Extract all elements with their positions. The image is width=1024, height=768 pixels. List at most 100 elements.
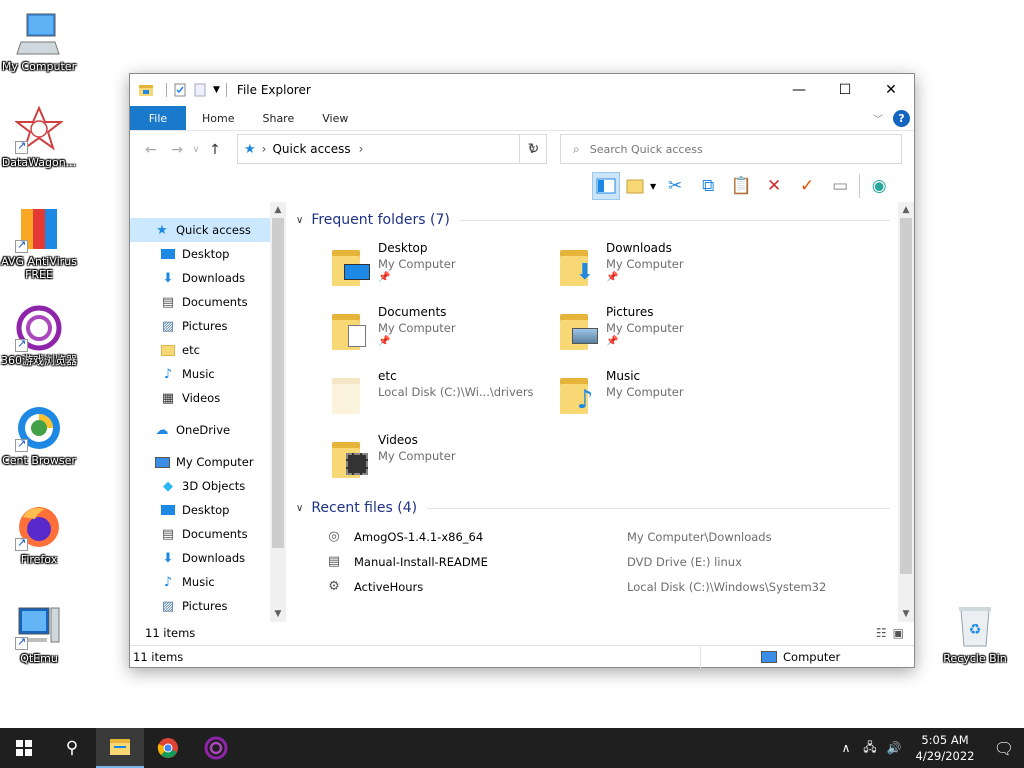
- taskbar-file-explorer[interactable]: [96, 728, 144, 768]
- desktop-icon-datawagon[interactable]: DataWagon...: [0, 105, 79, 169]
- navigation-pane-scrollbar[interactable]: ▲ ▼: [270, 202, 286, 622]
- help-icon[interactable]: ?: [893, 109, 910, 127]
- large-icons-view-icon[interactable]: ▣: [893, 626, 904, 640]
- address-chevron-icon[interactable]: ›: [359, 142, 364, 156]
- sidebar-item-downloads-2[interactable]: ⬇ Downloads: [130, 546, 286, 570]
- recent-locations-chevron-icon[interactable]: ∨: [190, 145, 202, 155]
- new-item-dropdown-icon[interactable]: ▼: [650, 182, 656, 191]
- globe-icon[interactable]: ◉: [865, 172, 893, 200]
- separator: [859, 174, 861, 198]
- forward-arrow-icon[interactable]: →: [164, 142, 190, 158]
- taskbar-search-button[interactable]: ⚲: [48, 728, 96, 768]
- maximize-button[interactable]: ☐: [822, 74, 868, 106]
- frequent-folders-header[interactable]: ∨ Frequent folders (7): [290, 206, 900, 234]
- sidebar-item-3d-objects[interactable]: ◆ 3D Objects: [130, 474, 286, 498]
- folder-tile-pictures[interactable]: Pictures My Computer 📌: [558, 304, 786, 362]
- list-item[interactable]: ⚙ ActiveHours Local Disk (C:)\Windows\Sy…: [326, 574, 900, 599]
- scroll-up-arrow-icon[interactable]: ▲: [898, 202, 914, 218]
- folder-tile-videos[interactable]: Videos My Computer: [330, 432, 558, 490]
- sidebar-item-desktop[interactable]: Desktop 📌: [130, 242, 286, 266]
- sidebar-item-quick-access[interactable]: ★ Quick access: [130, 218, 286, 242]
- rename-check-icon[interactable]: ✓: [793, 172, 821, 200]
- sidebar-item-pictures[interactable]: ▨ Pictures 📌: [130, 314, 286, 338]
- volume-icon[interactable]: 🔊: [882, 741, 906, 755]
- customize-toolbar-chevron-icon[interactable]: ▼: [213, 85, 220, 95]
- sidebar-item-music[interactable]: ♪ Music: [130, 362, 286, 386]
- desktop-icon-360-browser[interactable]: 360游戏浏览器: [0, 304, 79, 367]
- show-hidden-icons-chevron-icon[interactable]: ∧: [834, 741, 858, 755]
- sidebar-item-music-2[interactable]: ♪ Music: [130, 570, 286, 594]
- address-bar[interactable]: ★ › Quick access › ∨: [237, 134, 547, 164]
- scroll-up-arrow-icon[interactable]: ▲: [270, 202, 286, 218]
- address-location[interactable]: Quick access: [272, 142, 350, 156]
- clock[interactable]: 5:05 AM 4/29/2022: [910, 732, 980, 764]
- sidebar-item-my-computer[interactable]: My Computer: [130, 450, 286, 474]
- desktop-icon-qtemu[interactable]: QtEmu: [0, 602, 79, 665]
- desktop-icon-avg[interactable]: AVG AntiVirus FREE: [0, 205, 79, 281]
- list-item[interactable]: ▤ Manual-Install-README DVD Drive (E:) l…: [326, 549, 900, 574]
- file-path: My Computer\Downloads: [627, 529, 772, 544]
- collapse-chevron-icon[interactable]: ∨: [296, 215, 303, 226]
- navigation-pane-button[interactable]: [592, 172, 620, 200]
- status-bar: 11 items Computer: [130, 645, 914, 668]
- paste-icon[interactable]: 📋: [727, 172, 755, 200]
- minimize-button[interactable]: —: [776, 74, 822, 106]
- search-box[interactable]: ⌕: [560, 134, 902, 164]
- scroll-down-arrow-icon[interactable]: ▼: [270, 606, 286, 622]
- scrollbar-thumb[interactable]: [272, 218, 284, 548]
- up-arrow-icon[interactable]: ↑: [202, 142, 228, 158]
- taskbar-chrome[interactable]: [144, 728, 192, 768]
- tab-home[interactable]: Home: [186, 106, 248, 130]
- downloads-folder-icon: ⬇: [558, 244, 600, 290]
- tab-view[interactable]: View: [308, 106, 362, 130]
- download-arrow-icon: ⬇: [162, 270, 174, 286]
- folder-tile-downloads[interactable]: ⬇ Downloads My Computer 📌: [558, 240, 786, 298]
- folder-tile-desktop[interactable]: Desktop My Computer 📌: [330, 240, 558, 298]
- cut-icon[interactable]: ✂: [661, 172, 689, 200]
- network-icon[interactable]: 🖧: [858, 738, 882, 759]
- folder-tile-documents[interactable]: Documents My Computer 📌: [330, 304, 558, 362]
- taskbar-360-browser[interactable]: [192, 728, 240, 768]
- folder-tile-etc[interactable]: etc Local Disk (C:)\Wi...\drivers: [330, 368, 558, 426]
- folder-tile-music[interactable]: ♪ Music My Computer: [558, 368, 786, 426]
- collapse-chevron-icon[interactable]: ∨: [296, 503, 303, 514]
- expand-ribbon-chevron-icon[interactable]: ﹀: [873, 111, 883, 126]
- recent-files-header[interactable]: ∨ Recent files (4): [290, 494, 900, 522]
- shortcut-file-icon: ⚙: [328, 579, 340, 594]
- back-arrow-icon[interactable]: ←: [138, 142, 164, 158]
- notification-center-button[interactable]: 🗨: [984, 728, 1024, 768]
- clock-date: 4/29/2022: [915, 749, 975, 763]
- copy-icon[interactable]: ⧉: [694, 172, 722, 200]
- desktop-icon-cent-browser[interactable]: Cent Browser: [0, 404, 79, 467]
- scroll-down-arrow-icon[interactable]: ▼: [898, 606, 914, 622]
- tab-file[interactable]: File: [130, 106, 186, 130]
- folder-name: Desktop: [378, 241, 428, 255]
- desktop-icon-recycle-bin[interactable]: ♻ Recycle Bin: [935, 602, 1015, 665]
- start-button[interactable]: [0, 728, 48, 768]
- sidebar-item-videos[interactable]: ▦ Videos: [130, 386, 286, 410]
- address-chevron-icon[interactable]: ›: [262, 142, 267, 156]
- scrollbar-thumb[interactable]: [900, 218, 912, 574]
- sidebar-item-documents[interactable]: ▤ Documents 📌: [130, 290, 286, 314]
- list-item[interactable]: ◎ AmogOS-1.4.1-x86_64 My Computer\Downlo…: [326, 524, 900, 549]
- sidebar-item-onedrive[interactable]: ☁ OneDrive: [130, 418, 286, 442]
- tab-share[interactable]: Share: [248, 106, 308, 130]
- search-input[interactable]: [589, 142, 870, 156]
- sidebar-item-desktop-2[interactable]: Desktop: [130, 498, 286, 522]
- delete-icon[interactable]: ✕: [760, 172, 788, 200]
- refresh-button[interactable]: ↻: [519, 134, 547, 164]
- properties-icon[interactable]: [173, 83, 187, 97]
- desktop-icon: [160, 502, 176, 518]
- details-view-icon[interactable]: ☷: [876, 626, 887, 640]
- new-item-button[interactable]: [625, 172, 645, 200]
- content-scrollbar[interactable]: ▲ ▼: [898, 202, 914, 622]
- desktop-icon-firefox[interactable]: Firefox: [0, 503, 79, 566]
- close-button[interactable]: ✕: [868, 74, 914, 106]
- sidebar-item-etc[interactable]: etc: [130, 338, 286, 362]
- properties-card-icon[interactable]: ▭: [826, 172, 854, 200]
- desktop-icon-my-computer[interactable]: My Computer: [0, 10, 79, 73]
- sidebar-item-documents-2[interactable]: ▤ Documents: [130, 522, 286, 546]
- new-folder-icon[interactable]: [193, 83, 207, 97]
- sidebar-item-downloads[interactable]: ⬇ Downloads 📌: [130, 266, 286, 290]
- sidebar-item-pictures-2[interactable]: ▨ Pictures: [130, 594, 286, 618]
